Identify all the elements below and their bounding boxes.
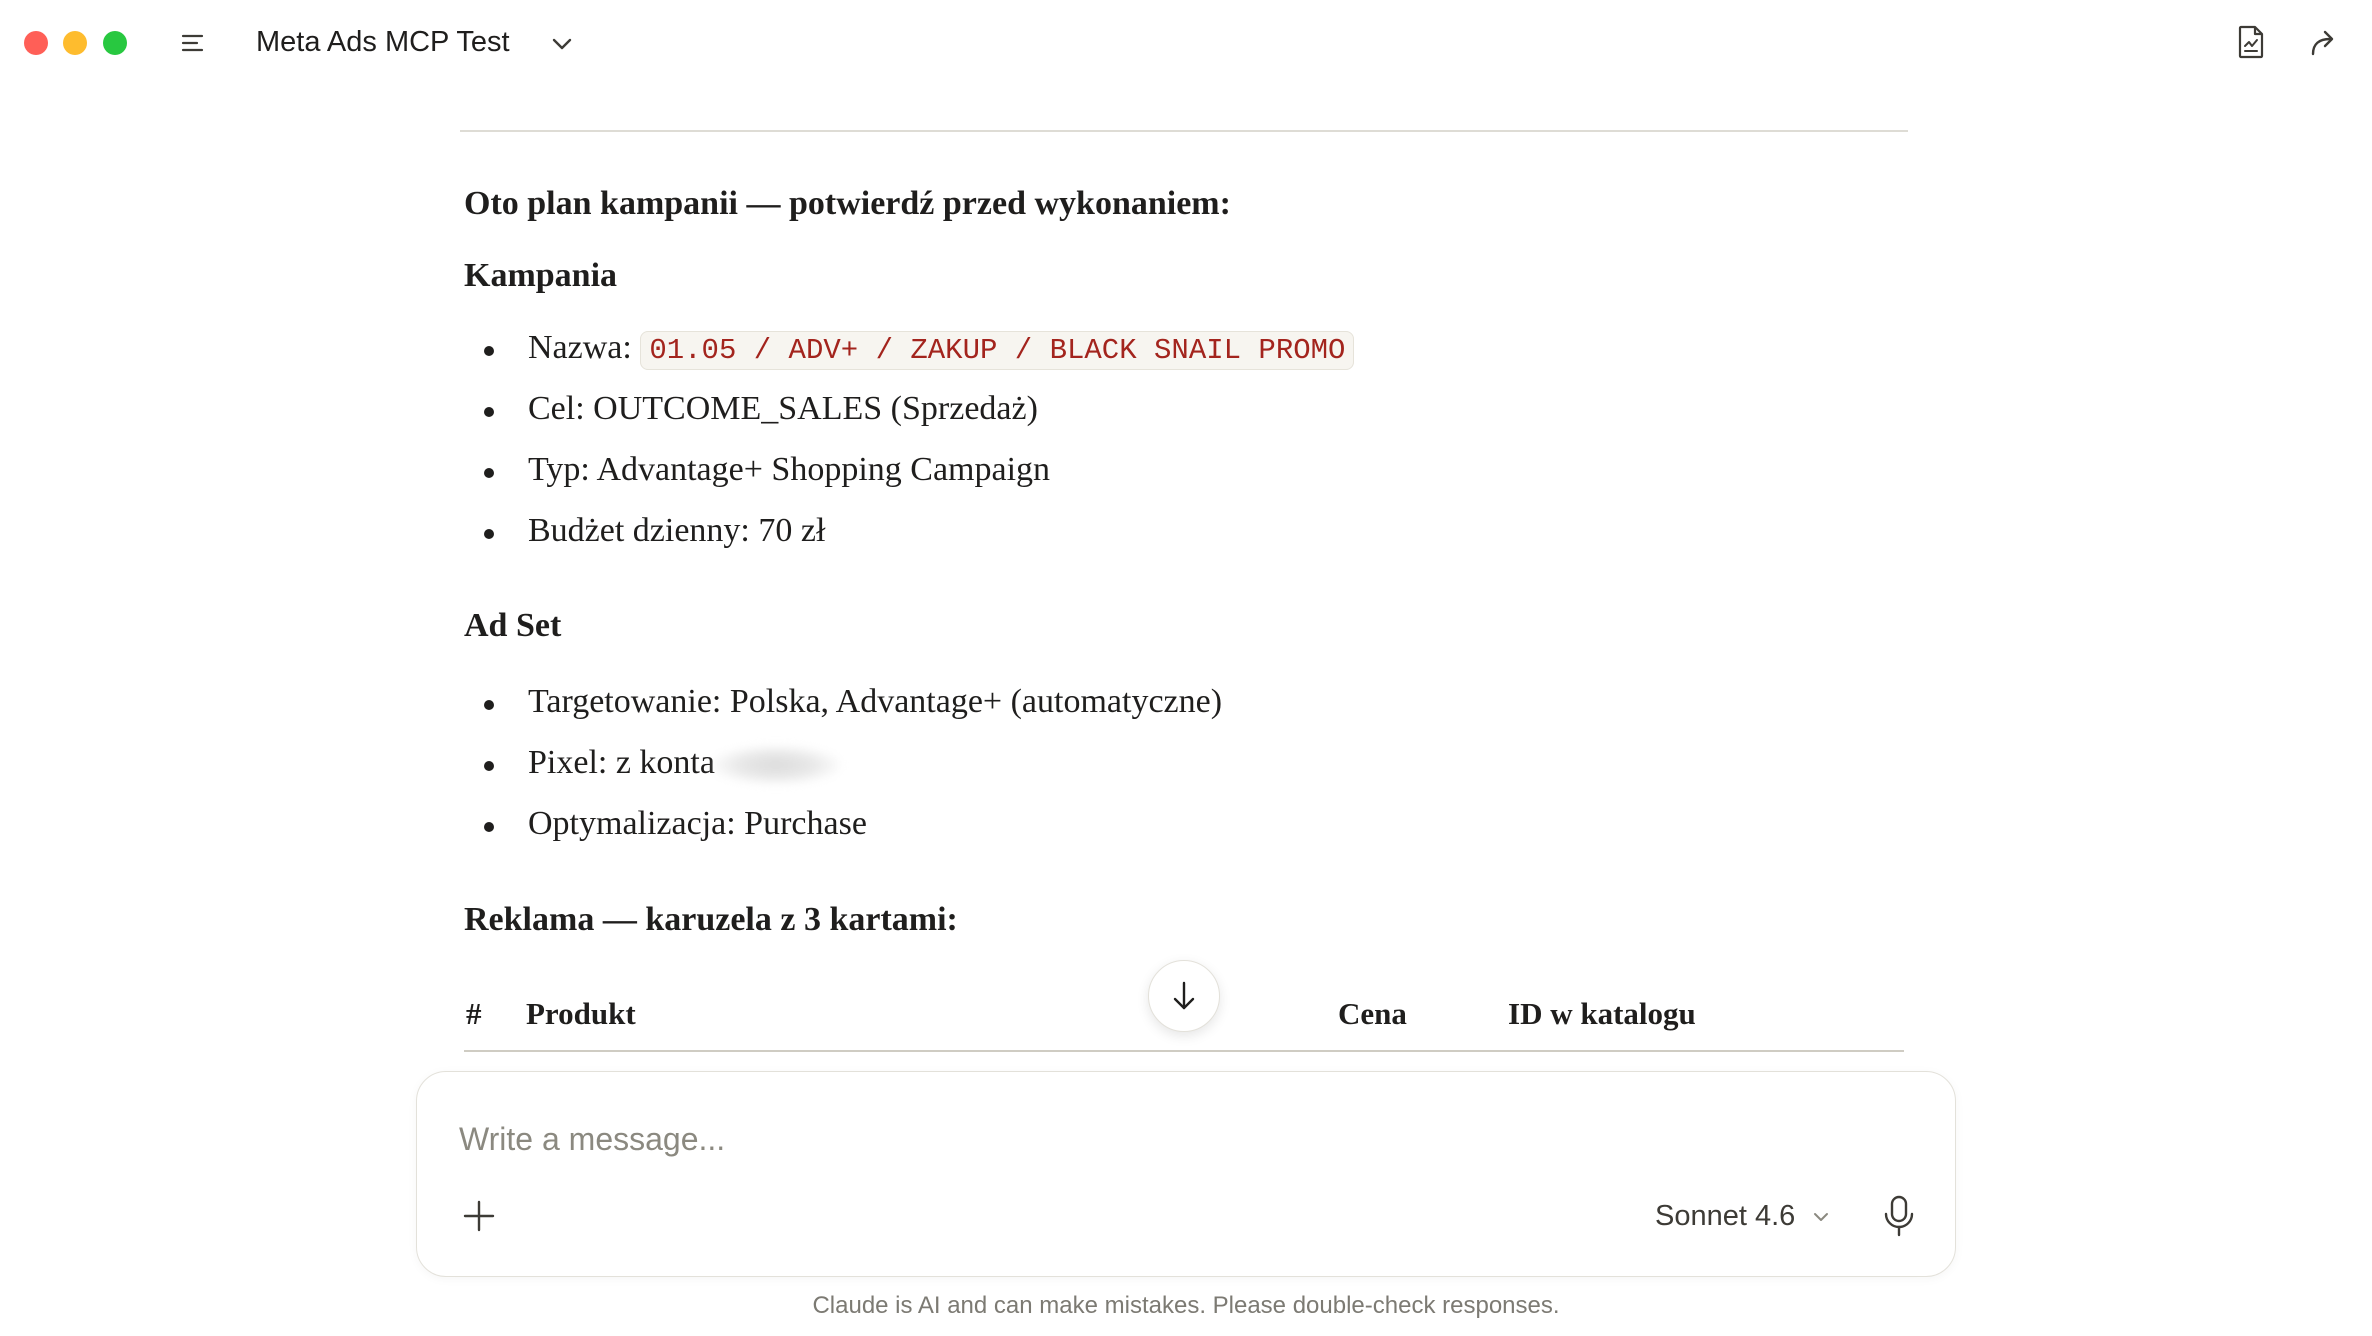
list-item: Pixel: z konta (464, 741, 1222, 802)
add-attachment-button[interactable] (457, 1194, 501, 1238)
list-item-label: Nazwa: (528, 329, 641, 366)
scroll-to-bottom-button[interactable] (1148, 960, 1220, 1032)
plan-heading: Oto plan kampanii — potwierdź przed wyko… (464, 185, 1231, 222)
window-maximize-button[interactable] (103, 31, 127, 55)
campaign-heading: Kampania (464, 257, 618, 294)
list-item: Targetowanie: Polska, Advantage+ (automa… (464, 680, 1222, 741)
table-header-index: # (466, 996, 482, 1031)
window-minimize-button[interactable] (63, 31, 87, 55)
list-item-label: Pixel: z konta (528, 744, 715, 781)
adset-heading: Ad Set (464, 607, 562, 644)
ad-heading: Reklama — karuzela z 3 kartami: (464, 901, 958, 938)
content-divider (460, 130, 1908, 132)
list-item-label: Budżet dzienny: 70 zł (528, 512, 826, 549)
table-header-price: Cena (1338, 996, 1407, 1031)
list-item-label: Typ: Advantage+ Shopping Campaign (528, 451, 1051, 488)
window-close-button[interactable] (24, 31, 48, 55)
plus-icon (463, 1200, 495, 1232)
message-input[interactable] (457, 1108, 1901, 1170)
campaign-list: Nazwa: 01.05 / ADV+ / ZAKUP / BLACK SNAI… (464, 326, 1355, 570)
scrolled-text-remnant (462, 58, 1722, 78)
microphone-button[interactable] (1877, 1192, 1921, 1240)
redacted-blur (710, 745, 841, 786)
share-icon[interactable] (2308, 26, 2342, 60)
project-title[interactable]: Meta Ads MCP Test (256, 22, 510, 62)
chevron-down-icon (1814, 1213, 1829, 1222)
model-selector[interactable]: Sonnet 4.6 (1655, 1194, 1831, 1238)
disclaimer-text: Claude is AI and can make mistakes. Plea… (812, 1292, 1560, 1319)
list-item: Budżet dzienny: 70 zł (464, 509, 1354, 570)
list-item-label: Cel: OUTCOME_SALES (Sprzedaż) (528, 390, 1038, 427)
list-item: Cel: OUTCOME_SALES (Sprzedaż) (464, 387, 1354, 448)
model-name: Sonnet 4.6 (1655, 1200, 1796, 1232)
list-item: Typ: Advantage+ Shopping Campaign (464, 448, 1354, 509)
message-composer: Sonnet 4.6 (416, 1071, 1956, 1277)
list-item: Nazwa: 01.05 / ADV+ / ZAKUP / BLACK SNAI… (464, 326, 1355, 387)
microphone-icon (1884, 1195, 1914, 1237)
table-header-product: Produkt (526, 996, 636, 1031)
list-item-label: Targetowanie: Polska, Advantage+ (automa… (528, 683, 1223, 720)
adset-list: Targetowanie: Polska, Advantage+ (automa… (464, 680, 1222, 863)
arrow-down-icon (1173, 981, 1195, 1010)
table-header-catalog-id: ID w katalogu (1508, 996, 1696, 1031)
document-icon[interactable] (2234, 24, 2268, 60)
list-item-label: Optymalizacja: Purchase (528, 805, 867, 842)
sidebar-toggle-icon[interactable] (180, 28, 210, 58)
campaign-name-code: 01.05 / ADV+ / ZAKUP / BLACK SNAIL PROMO (640, 331, 1355, 370)
chevron-down-icon[interactable] (548, 30, 576, 58)
list-item: Optymalizacja: Purchase (464, 802, 1222, 863)
